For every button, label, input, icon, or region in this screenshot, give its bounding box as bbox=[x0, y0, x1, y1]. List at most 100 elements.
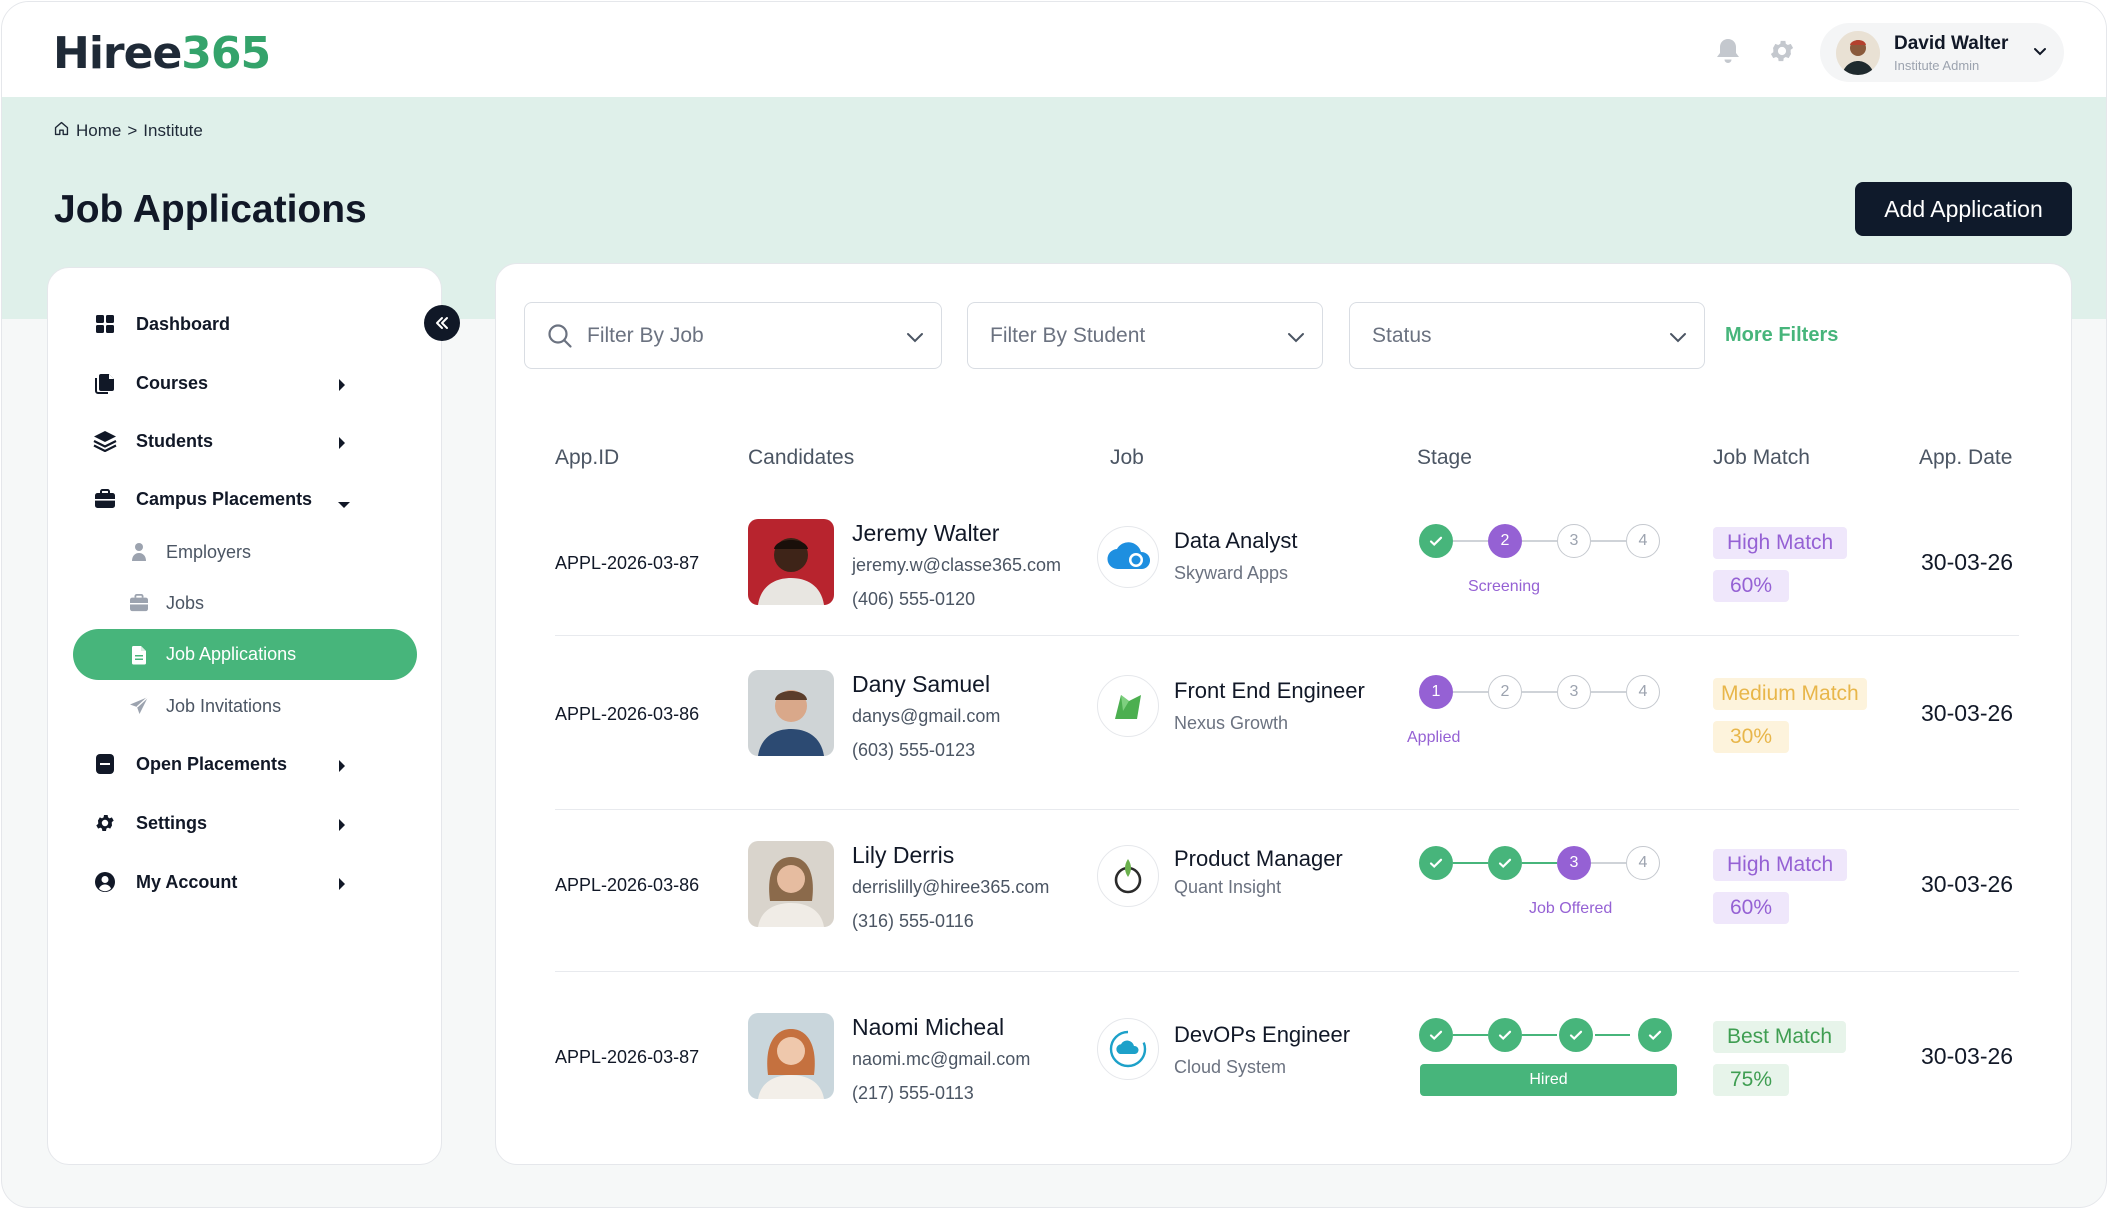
double-chevron-left-icon bbox=[436, 317, 448, 329]
step-pending: 3 bbox=[1557, 524, 1591, 558]
column-header-job-match[interactable]: Job Match bbox=[1713, 446, 1810, 470]
chevron-down-icon[interactable] bbox=[2032, 43, 2048, 64]
sidebar-subitem-jobs[interactable]: Jobs bbox=[47, 583, 397, 623]
step-connector bbox=[1591, 540, 1626, 542]
column-header-app-date[interactable]: App. Date bbox=[1919, 446, 2012, 470]
document-icon bbox=[128, 644, 150, 666]
caret-right-icon[interactable] bbox=[337, 376, 347, 397]
sidebar-item-students[interactable]: Students bbox=[47, 421, 397, 461]
person-icon bbox=[128, 541, 150, 563]
candidate-phone: (406) 555-0120 bbox=[852, 589, 976, 609]
job-title[interactable]: Front End Engineer bbox=[1174, 678, 1365, 704]
stage-label: Job Offered bbox=[1529, 900, 1613, 917]
top-bar: Hiree365 David Walter Institute Admin bbox=[2, 2, 2106, 97]
brand-logo[interactable]: Hiree365 bbox=[53, 28, 271, 79]
user-menu[interactable]: David Walter Institute Admin bbox=[1820, 23, 2064, 82]
send-icon bbox=[128, 695, 150, 717]
candidate-photo bbox=[748, 670, 834, 756]
candidate-name[interactable]: Jeremy Walter bbox=[852, 520, 999, 547]
column-header-stage[interactable]: Stage bbox=[1417, 446, 1472, 470]
step-connector bbox=[1522, 540, 1557, 542]
step-connector bbox=[1453, 1034, 1488, 1036]
column-header-job[interactable]: Job bbox=[1110, 446, 1144, 470]
candidate-name[interactable]: Naomi Micheal bbox=[852, 1014, 1004, 1041]
sidebar-subitem-job-applications[interactable]: Job Applications bbox=[73, 629, 417, 680]
chevron-down-icon bbox=[1668, 327, 1688, 353]
sidebar-item-courses[interactable]: Courses bbox=[47, 363, 397, 403]
user-role: Institute Admin bbox=[1894, 57, 1980, 73]
step-current: 2 bbox=[1488, 524, 1522, 558]
candidate-photo bbox=[748, 841, 834, 927]
search-icon bbox=[547, 323, 573, 349]
match-percent: 60% bbox=[1713, 892, 1790, 924]
job-title[interactable]: Product Manager bbox=[1174, 846, 1343, 872]
step-pending: 4 bbox=[1626, 524, 1660, 558]
company-logo-nexus bbox=[1097, 675, 1159, 737]
step-connector bbox=[1453, 540, 1488, 542]
company-logo-skyward bbox=[1097, 526, 1159, 588]
app-id: APPL-2026-03-87 bbox=[555, 1047, 700, 1067]
more-filters-link[interactable]: More Filters bbox=[1725, 324, 1838, 347]
candidate-name[interactable]: Lily Derris bbox=[852, 842, 954, 869]
step-connector bbox=[1522, 862, 1557, 864]
application-date: 30-03-26 bbox=[1921, 1043, 2014, 1069]
caret-right-icon[interactable] bbox=[337, 875, 347, 896]
match-badge: High Match bbox=[1713, 527, 1848, 559]
candidate-phone: (217) 555-0113 bbox=[852, 1083, 974, 1103]
step-complete-icon bbox=[1559, 1018, 1593, 1052]
candidate-photo bbox=[748, 1013, 834, 1099]
app-id: APPL-2026-03-87 bbox=[555, 553, 700, 573]
application-date: 30-03-26 bbox=[1921, 700, 2014, 726]
caret-right-icon[interactable] bbox=[337, 434, 347, 455]
breadcrumb-home[interactable]: Home bbox=[76, 121, 121, 141]
app-id: APPL-2026-03-86 bbox=[555, 704, 700, 724]
stage-label: Screening bbox=[1468, 578, 1541, 595]
caret-right-icon[interactable] bbox=[337, 757, 347, 778]
step-pending: 4 bbox=[1626, 675, 1660, 709]
app-window: Hiree365 David Walter Institute Admin Ho… bbox=[1, 1, 2107, 1208]
filter-by-student[interactable]: Filter By Student bbox=[967, 302, 1323, 369]
collapse-sidebar-button[interactable] bbox=[424, 305, 460, 341]
step-connector bbox=[1591, 862, 1626, 864]
caret-down-icon[interactable] bbox=[337, 494, 351, 515]
sidebar-item-dashboard[interactable]: Dashboard bbox=[47, 304, 397, 344]
candidate-email: danys@gmail.com bbox=[852, 706, 1001, 726]
bell-icon[interactable] bbox=[1713, 36, 1743, 66]
sidebar-item-campus-placements[interactable]: Campus Placements bbox=[47, 479, 397, 519]
chevron-down-icon bbox=[905, 327, 925, 353]
column-header-candidates[interactable]: Candidates bbox=[748, 446, 854, 470]
sidebar-item-settings[interactable]: Settings bbox=[47, 803, 397, 843]
gear-icon bbox=[92, 810, 118, 836]
sidebar-item-my-account[interactable]: My Account bbox=[47, 862, 397, 902]
home-icon[interactable] bbox=[53, 120, 70, 142]
application-date: 30-03-26 bbox=[1921, 549, 2014, 575]
candidate-email: derrislilly@hiree365.com bbox=[852, 877, 1050, 897]
sidebar-item-open-placements[interactable]: Open Placements bbox=[47, 744, 397, 784]
sidebar-subitem-job-invitations[interactable]: Job Invitations bbox=[47, 686, 397, 726]
column-header-app-id[interactable]: App.ID bbox=[555, 446, 619, 470]
candidate-email: jeremy.w@classe365.com bbox=[852, 555, 1062, 575]
breadcrumb-current[interactable]: Institute bbox=[143, 121, 203, 141]
match-badge: High Match bbox=[1713, 849, 1848, 881]
step-connector bbox=[1591, 691, 1626, 693]
add-application-button[interactable]: Add Application bbox=[1855, 182, 2072, 236]
step-connector bbox=[1453, 691, 1488, 693]
match-percent: 75% bbox=[1713, 1064, 1790, 1096]
job-title[interactable]: Data Analyst bbox=[1174, 528, 1298, 554]
row-divider bbox=[555, 971, 2019, 972]
candidate-name[interactable]: Dany Samuel bbox=[852, 671, 990, 698]
filter-by-job[interactable]: Filter By Job bbox=[524, 302, 942, 369]
job-title[interactable]: DevOPs Engineer bbox=[1174, 1022, 1350, 1048]
match-percent: 60% bbox=[1713, 570, 1790, 602]
company-logo-cloud-system bbox=[1097, 1018, 1159, 1080]
application-date: 30-03-26 bbox=[1921, 871, 2014, 897]
filter-by-status[interactable]: Status bbox=[1349, 302, 1705, 369]
step-complete-icon bbox=[1419, 524, 1453, 558]
sidebar-subitem-employers[interactable]: Employers bbox=[47, 532, 397, 572]
user-avatar bbox=[1836, 30, 1880, 75]
company-name: Nexus Growth bbox=[1174, 713, 1289, 733]
caret-right-icon[interactable] bbox=[337, 816, 347, 837]
company-name: Quant Insight bbox=[1174, 877, 1282, 897]
gear-icon[interactable] bbox=[1767, 36, 1797, 66]
candidate-phone: (603) 555-0123 bbox=[852, 740, 976, 760]
